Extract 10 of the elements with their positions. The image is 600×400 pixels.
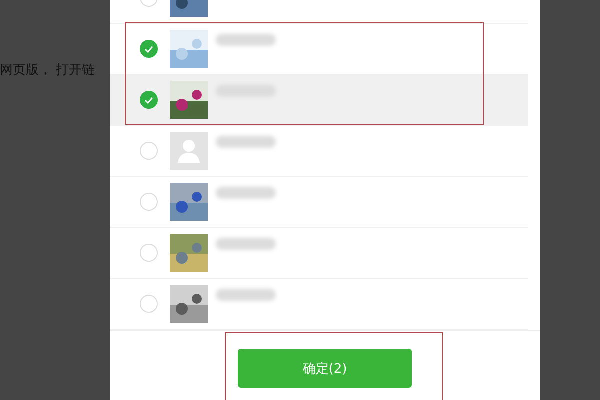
- confirm-button[interactable]: 确定(2): [238, 349, 412, 388]
- checkbox[interactable]: [140, 91, 158, 109]
- blurred-name: [216, 238, 276, 250]
- blurred-name: [216, 34, 276, 46]
- avatar-icon: [170, 132, 208, 170]
- blurred-name: [216, 187, 276, 199]
- checkbox[interactable]: [140, 40, 158, 58]
- blurred-name: [216, 136, 276, 148]
- blurred-name: [216, 289, 276, 301]
- contact-row[interactable]: [110, 75, 528, 126]
